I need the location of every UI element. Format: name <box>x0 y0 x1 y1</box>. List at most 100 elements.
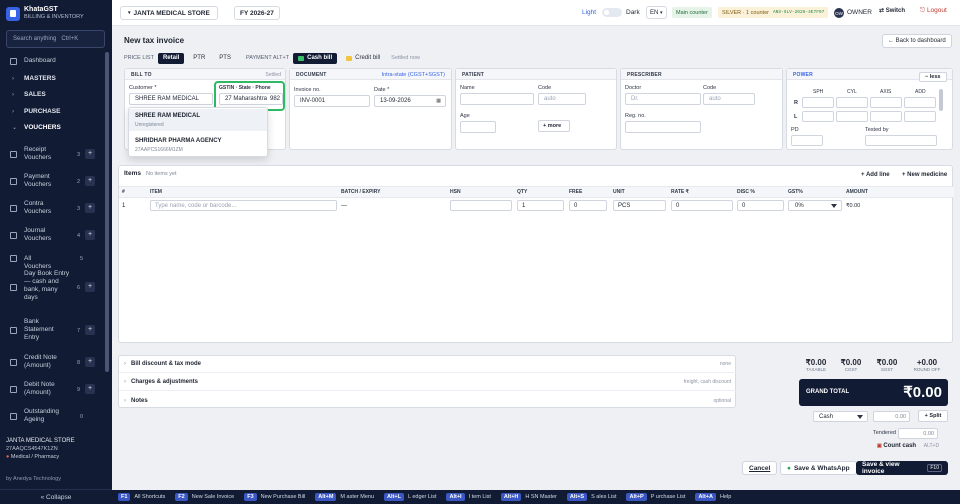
pd-input[interactable] <box>791 135 823 146</box>
power-r-sph[interactable] <box>802 97 834 108</box>
patient-name-input[interactable] <box>460 93 534 105</box>
hsn-input[interactable] <box>450 200 512 211</box>
reg-no-input[interactable] <box>625 121 701 133</box>
theme-light-label: Light <box>582 9 597 16</box>
tested-by-input[interactable] <box>865 135 937 146</box>
add-contra-voucher-button[interactable]: + <box>85 203 95 213</box>
add-credit-note-button[interactable]: + <box>85 357 95 367</box>
sidebar-item-label: Payment Vouchers <box>24 173 52 188</box>
power-l-sph[interactable] <box>802 111 834 122</box>
doctor-input[interactable]: Dr. <box>625 93 701 105</box>
switch-button[interactable]: ⇄ Switch <box>879 7 905 14</box>
save-view-invoice-button[interactable]: Save & view invoice F10 <box>856 461 948 475</box>
total-label: TAXABLE <box>806 367 826 372</box>
power-scrollbar[interactable] <box>939 89 943 111</box>
count-cash-shortcut: ALT+D <box>923 443 940 449</box>
theme-toggle[interactable] <box>602 8 622 17</box>
patient-more-button[interactable]: + more <box>538 120 570 132</box>
customer-input-value: SHREE RAM MEDICAL <box>135 96 200 102</box>
power-l-axis[interactable] <box>870 111 902 122</box>
col-index: # <box>122 189 125 195</box>
shortcut-key[interactable]: Alt+S <box>566 493 588 501</box>
power-r-cyl[interactable] <box>836 97 868 108</box>
shortcut-key[interactable]: F3 <box>244 493 257 501</box>
shortcut-key[interactable]: Alt+H <box>500 493 522 501</box>
power-r-add[interactable] <box>904 97 936 108</box>
qty-input[interactable]: 1 <box>517 200 564 211</box>
add-receipt-voucher-button[interactable]: + <box>85 149 95 159</box>
avatar[interactable]: OW <box>834 8 844 18</box>
store-switcher[interactable]: ▾ JANTA MEDICAL STORE <box>120 6 218 20</box>
charges-row[interactable]: › Charges & adjustments freight, cash di… <box>119 374 737 391</box>
bill-discount-row[interactable]: › Bill discount & tax mode none <box>119 356 737 373</box>
shortcut-key[interactable]: Alt+L <box>384 493 404 501</box>
prescriber-code-input[interactable]: auto <box>703 93 755 105</box>
split-payment-button[interactable]: + Split <box>918 410 948 422</box>
add-payment-voucher-button[interactable]: + <box>85 176 95 186</box>
add-line-button[interactable]: + Add line <box>858 169 893 181</box>
price-list-retail[interactable]: Retail <box>157 52 185 64</box>
language-select[interactable]: EN ▾ <box>646 6 667 19</box>
add-day-book-entry-button[interactable]: + <box>85 282 95 292</box>
dropdown-option-name: SHREE RAM MEDICAL <box>135 113 201 119</box>
cash-bill-button[interactable]: Cash bill <box>293 52 338 64</box>
unit-input[interactable]: PCS <box>613 200 666 211</box>
new-medicine-button[interactable]: + New medicine <box>899 169 950 181</box>
shortcut-key[interactable]: Alt+A <box>695 493 716 501</box>
power-l-cyl[interactable] <box>836 111 868 122</box>
tax-type-link[interactable]: Intra-state (CGST+SGST) <box>382 72 445 78</box>
collapse-sidebar-button[interactable]: « Collapse <box>0 489 112 504</box>
journal-icon <box>10 232 17 239</box>
date-input[interactable]: 13-09-2026 ▦ <box>374 95 446 107</box>
payment-mode-select[interactable]: Cash <box>813 411 868 422</box>
cancel-button[interactable]: Cancel <box>742 461 778 475</box>
item-input[interactable]: Type name, code or barcode... <box>150 200 337 211</box>
shortcut-label: Help <box>719 494 732 500</box>
batch-expiry-value[interactable]: — <box>341 203 347 209</box>
sidebar-search-shortcut: Ctrl+K <box>61 36 79 42</box>
count-cash-button[interactable]: ▣ Count cash ALT+D <box>877 443 939 449</box>
power-col-sph: SPH <box>813 89 824 95</box>
credit-bill-button[interactable]: Credit bill <box>341 53 385 64</box>
free-input[interactable]: 0 <box>569 200 607 211</box>
customer-input[interactable]: SHREE RAM MEDICAL <box>129 93 213 105</box>
power-l-add[interactable] <box>904 111 936 122</box>
disc-input[interactable]: 0 <box>737 200 784 211</box>
plan-code: ANS-SLV-2026-4E7F97 <box>772 10 825 15</box>
notes-row[interactable]: › Notes optional <box>119 392 737 409</box>
add-debit-note-button[interactable]: + <box>85 384 95 394</box>
add-journal-voucher-button[interactable]: + <box>85 230 95 240</box>
sidebar-item-label: Contra Vouchers <box>24 200 52 215</box>
rate-input[interactable]: 0 <box>671 200 733 211</box>
notes-hint: optional <box>713 397 731 404</box>
shortcut-key[interactable]: Alt+P <box>626 493 647 501</box>
col-unit: UNIT <box>613 189 625 195</box>
price-list-ptr[interactable]: PTR <box>188 53 210 64</box>
invoice-no-input[interactable]: INV-0001 <box>294 95 370 107</box>
total-label: CGST <box>844 367 858 372</box>
gst-select[interactable]: 0% <box>788 200 842 211</box>
add-bank-statement-entry-button[interactable]: + <box>85 325 95 335</box>
document-card: DOCUMENT Intra-state (CGST+SGST) Invoice… <box>289 68 452 150</box>
logout-button[interactable]: ⎋ Logout <box>920 7 947 15</box>
sidebar-search[interactable]: Search anything Ctrl+K <box>6 30 105 48</box>
patient-code-input[interactable]: auto <box>538 93 586 105</box>
price-list-pts[interactable]: PTS <box>214 53 236 64</box>
back-to-dashboard-button[interactable]: ← Back to dashboard <box>882 34 952 48</box>
financial-year-selector[interactable]: FY 2026-27 <box>234 6 280 20</box>
shortcut-key[interactable]: F2 <box>175 493 188 501</box>
chevron-down-icon <box>831 204 837 208</box>
power-less-button[interactable]: − less <box>919 72 947 82</box>
payment-amount-input[interactable]: 0.00 <box>873 411 910 422</box>
patient-age-input[interactable] <box>460 121 496 133</box>
shortcut-key[interactable]: F1 <box>118 493 131 501</box>
powered-by: by Anedya Technology <box>6 476 61 482</box>
save-whatsapp-button[interactable]: ● Save & WhatsApp <box>780 461 857 475</box>
power-r-axis[interactable] <box>870 97 902 108</box>
shortcut-key[interactable]: Alt+I <box>446 493 465 501</box>
tendered-input[interactable]: 0.00 <box>898 428 938 439</box>
sidebar-group-label: SALES <box>24 91 46 98</box>
brand[interactable]: KhataGST BILLING & INVENTORY <box>6 6 84 21</box>
shortcut-key[interactable]: Alt+M <box>315 493 337 501</box>
sidebar-scrollbar[interactable] <box>105 52 109 372</box>
